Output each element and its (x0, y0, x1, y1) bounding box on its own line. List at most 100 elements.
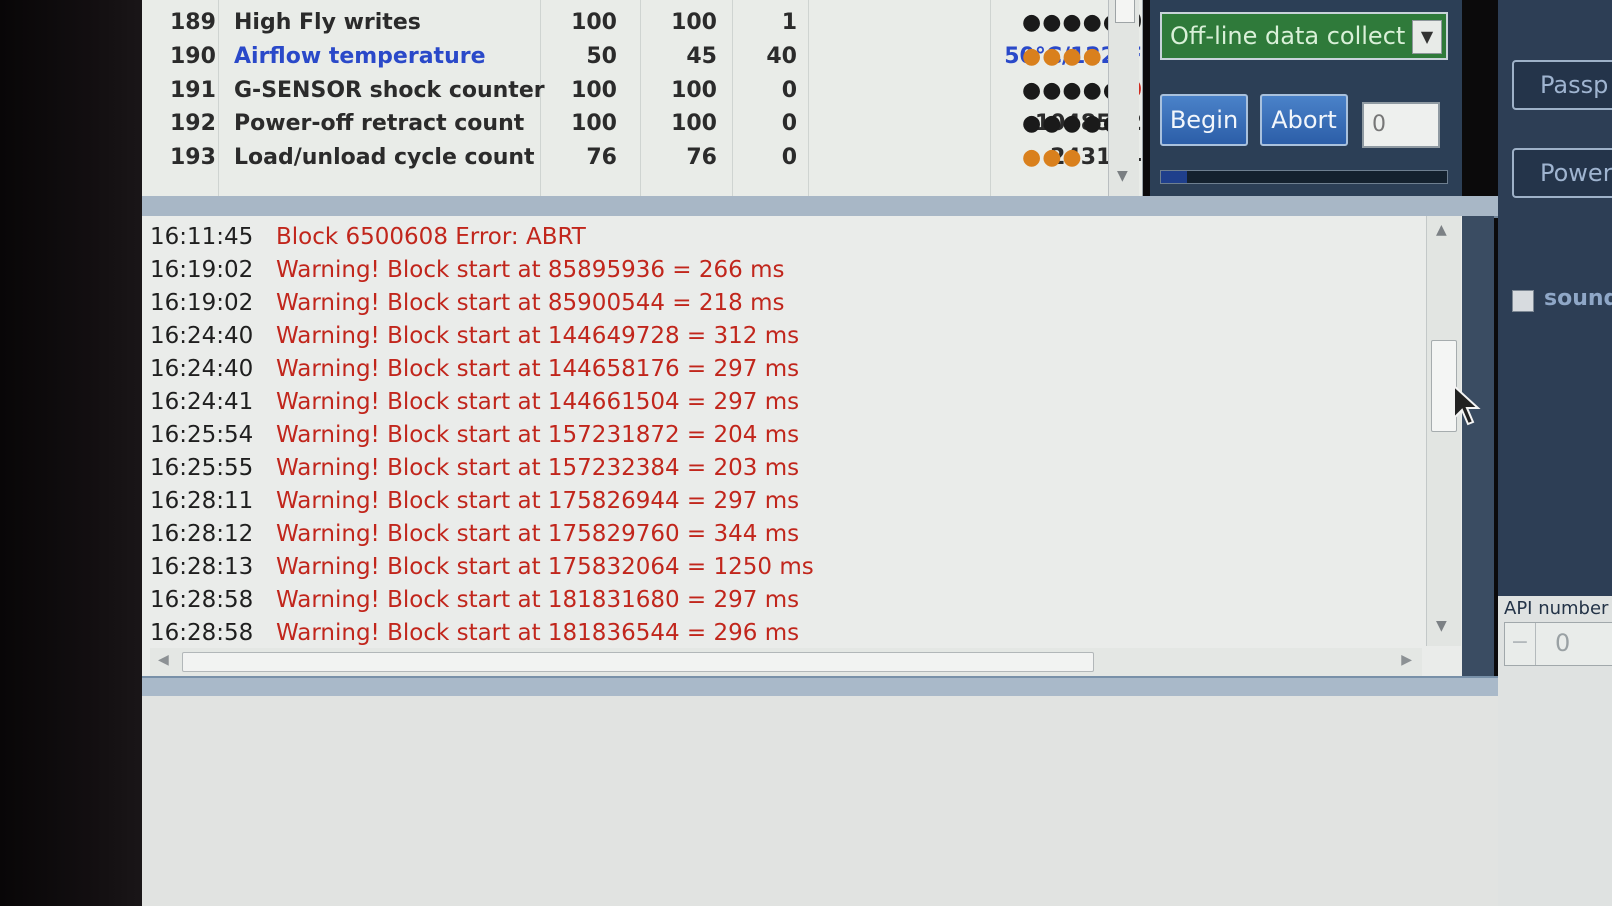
power-button[interactable]: Power (1512, 148, 1612, 198)
cell-name: Load/unload cycle count (234, 145, 535, 170)
scrollbar-thumb[interactable] (182, 652, 1094, 672)
log-time: 16:25:55 (150, 455, 254, 481)
mouse-pointer-icon (1453, 383, 1481, 426)
test-mode-select[interactable]: Off-line data collect ▼ (1160, 12, 1448, 60)
cell-name: G-SENSOR shock counter (234, 78, 545, 103)
passport-button[interactable]: Passp (1512, 60, 1612, 110)
log-entry[interactable]: 16:25:55 Warning! Block start at 15723238… (150, 453, 1410, 486)
cell-worst: 45 (686, 44, 717, 69)
arrow-up-icon[interactable]: ▲ (1436, 222, 1447, 238)
cell-threshold: 40 (766, 44, 797, 69)
panel-splitter[interactable] (142, 196, 1498, 218)
log-message: Warning! Block start at 85900544 = 218 m… (276, 290, 785, 316)
cell-worst: 100 (671, 78, 717, 103)
cell-threshold: 1 (781, 10, 797, 35)
table-row[interactable]: 190 Airflow temperature 50 45 40 50°C/122°F ●●… (142, 40, 1142, 74)
log-time: 16:24:40 (150, 323, 254, 349)
cell-current: 50 (586, 44, 617, 69)
arrow-right-icon[interactable]: ▶ (1401, 652, 1412, 668)
cell-dots: ●●● (1022, 145, 1083, 170)
log-time: 16:11:45 (150, 224, 254, 250)
log-time: 16:28:58 (150, 620, 254, 646)
cell-id: 192 (170, 111, 216, 136)
begin-button[interactable]: Begin (1160, 94, 1248, 146)
sound-label: sound (1544, 286, 1612, 311)
log-entry[interactable]: 16:19:02 Warning! Block start at 85895936… (150, 255, 1410, 288)
scrollbar-thumb[interactable] (1115, 0, 1135, 23)
test-progress-bar (1160, 170, 1448, 184)
cell-worst: 76 (686, 145, 717, 170)
cell-current: 100 (571, 111, 617, 136)
api-number-label: API number (1504, 598, 1609, 619)
log-entry[interactable]: 16:28:58 Warning! Block start at 18183168… (150, 585, 1410, 618)
right-side-panel: Passp Power sound API number − 0 (1498, 0, 1612, 906)
log-horizontal-scrollbar[interactable]: ◀ ▶ (150, 648, 1422, 676)
arrow-left-icon[interactable]: ◀ (158, 652, 169, 668)
log-entry[interactable]: 16:24:40 Warning! Block start at 14464972… (150, 321, 1410, 354)
api-number-value[interactable]: 0 (1555, 629, 1570, 657)
log-time: 16:24:40 (150, 356, 254, 382)
log-message: Warning! Block start at 85895936 = 266 m… (276, 257, 785, 283)
log-message: Warning! Block start at 157232384 = 203 … (276, 455, 800, 481)
cell-id: 193 (170, 145, 216, 170)
cell-dots: ●●●● (1022, 44, 1103, 69)
api-number-stepper[interactable]: − 0 (1504, 622, 1612, 666)
smart-table-scrollbar[interactable]: ▼ (1108, 0, 1139, 196)
table-row[interactable]: 191G-SENSOR shock counter100100030●●●●● (142, 74, 1142, 108)
sound-checkbox[interactable] (1512, 290, 1534, 312)
log-entry[interactable]: 16:28:11 Warning! Block start at 17582694… (150, 486, 1410, 519)
log-entry[interactable]: 16:19:02 Warning! Block start at 85900544… (150, 288, 1410, 321)
cell-current: 100 (571, 10, 617, 35)
cell-id: 191 (170, 78, 216, 103)
log-time: 16:19:02 (150, 257, 254, 283)
count-input[interactable]: 0 (1362, 102, 1440, 148)
log-message: Warning! Block start at 144649728 = 312 … (276, 323, 800, 349)
log-entry[interactable]: 16:11:45 Block 6500608 Error: ABRT (150, 222, 1410, 255)
log-entry[interactable]: 16:24:41 Warning! Block start at 14466150… (150, 387, 1410, 420)
log-entry[interactable]: 16:28:13 Warning! Block start at 17583206… (150, 552, 1410, 585)
cell-current: 76 (586, 145, 617, 170)
panel-splitter[interactable] (142, 676, 1498, 698)
log-vertical-scrollbar[interactable]: ▲ ▼ (1426, 216, 1461, 646)
progress-fill (1161, 171, 1187, 183)
log-message: Warning! Block start at 144661504 = 297 … (276, 389, 800, 415)
arrow-down-icon[interactable]: ▼ (1117, 168, 1128, 184)
monitor-bezel (0, 0, 150, 906)
log-message: Warning! Block start at 175826944 = 297 … (276, 488, 800, 514)
cell-threshold: 0 (781, 78, 797, 103)
api-number-section: API number − 0 (1498, 596, 1612, 906)
cell-name: High Fly writes (234, 10, 421, 35)
cell-name: Airflow temperature (234, 44, 486, 69)
log-time: 16:25:54 (150, 422, 254, 448)
cell-raw: 243194 (1050, 145, 1142, 170)
log-message: Block 6500608 Error: ABRT (276, 224, 586, 250)
cell-threshold: 0 (781, 145, 797, 170)
minus-icon[interactable]: − (1505, 623, 1536, 665)
log-time: 16:28:13 (150, 554, 254, 580)
sound-option[interactable]: sound (1512, 286, 1612, 316)
table-row[interactable]: 193 Load/unload cycle count 76 76 0 243194 ●●● (142, 141, 1142, 175)
log-entry[interactable]: 16:28:12 Warning! Block start at 17582976… (150, 519, 1410, 552)
log-message: Warning! Block start at 175829760 = 344 … (276, 521, 800, 547)
log-side-strip (1462, 216, 1494, 676)
table-row[interactable]: 189High Fly writes10010010●●●●● (142, 6, 1142, 40)
cell-id: 190 (170, 44, 216, 69)
chevron-down-icon[interactable]: ▼ (1412, 20, 1442, 54)
log-time: 16:28:58 (150, 587, 254, 613)
cell-threshold: 0 (781, 111, 797, 136)
log-entry[interactable]: 16:28:58 Warning! Block start at 18183654… (150, 618, 1410, 651)
log-entry[interactable]: 16:25:54 Warning! Block start at 15723187… (150, 420, 1410, 453)
abort-button[interactable]: Abort (1260, 94, 1348, 146)
event-log: 16:28:58 Warning! Block start at 18183654… (142, 216, 1494, 676)
log-entry[interactable]: 16:24:40 Warning! Block start at 14465817… (150, 354, 1410, 387)
log-time: 16:19:02 (150, 290, 254, 316)
log-time: 16:28:11 (150, 488, 254, 514)
log-message: Warning! Block start at 181831680 = 297 … (276, 587, 800, 613)
arrow-down-icon[interactable]: ▼ (1436, 618, 1447, 634)
cell-current: 100 (571, 78, 617, 103)
empty-panel (142, 696, 1498, 906)
smart-attributes-table: 189High Fly writes10010010●●●●●190Airflo… (142, 0, 1143, 196)
cell-worst: 100 (671, 10, 717, 35)
table-row[interactable]: 192 Power-off retract count 100 100 0 1048592… (142, 107, 1142, 141)
log-message: Warning! Block start at 175832064 = 1250… (276, 554, 814, 580)
